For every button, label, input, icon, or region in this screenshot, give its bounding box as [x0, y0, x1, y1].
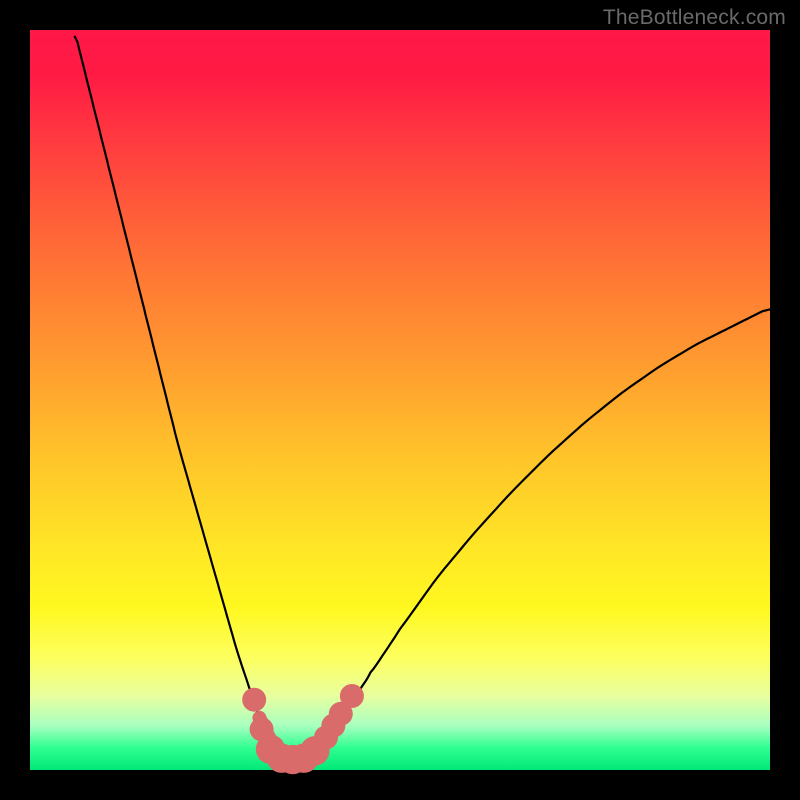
curve-marker — [340, 684, 364, 708]
curve-markers — [242, 684, 364, 774]
curve-layer — [30, 30, 770, 770]
curve-marker — [242, 688, 266, 712]
watermark-text: TheBottleneck.com — [603, 6, 786, 30]
bottleneck-curve — [74, 36, 770, 760]
chart-frame: TheBottleneck.com — [0, 0, 800, 800]
plot-area — [30, 30, 770, 770]
